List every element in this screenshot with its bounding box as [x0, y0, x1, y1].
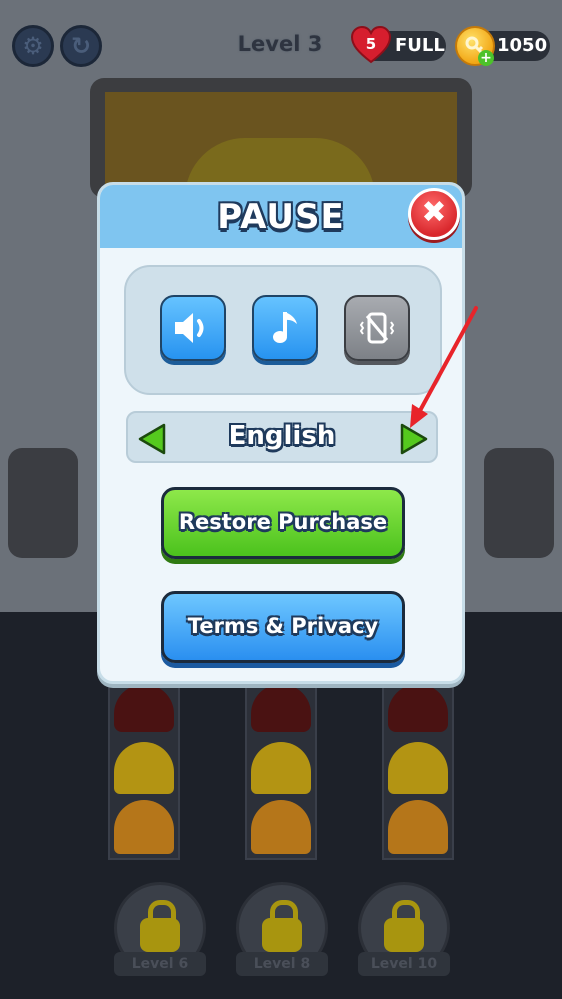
- tube-2: [245, 680, 317, 860]
- restart-button[interactable]: ↻: [60, 25, 102, 67]
- restore-purchase-button[interactable]: Restore Purchase: [161, 487, 405, 559]
- locked-level-label: Level 8: [236, 952, 328, 976]
- tube-1: [108, 680, 180, 860]
- vibration-toggle-button[interactable]: [344, 295, 410, 361]
- left-cup: [8, 448, 78, 558]
- music-note-icon: [273, 312, 297, 343]
- lives-indicator[interactable]: 5: [350, 25, 392, 65]
- close-icon: ✖: [421, 195, 447, 230]
- tube-3: [382, 680, 454, 860]
- vibration-off-icon: [359, 312, 395, 344]
- gear-icon: ⚙: [22, 32, 44, 60]
- right-cup: [484, 448, 554, 558]
- locked-level-label: Level 6: [114, 952, 206, 976]
- settings-button[interactable]: ⚙: [12, 25, 54, 67]
- lock-icon: [384, 900, 424, 952]
- lock-icon: [262, 900, 302, 952]
- terms-privacy-button[interactable]: Terms & Privacy: [161, 591, 405, 663]
- speaker-icon: [175, 313, 204, 343]
- lives-status: FULL: [395, 35, 445, 56]
- music-toggle-button[interactable]: [252, 295, 318, 361]
- language-label: English: [228, 421, 336, 451]
- pause-modal: PAUSE ✖ English Restore Purchase Terms &…: [97, 182, 465, 684]
- restart-icon: ↻: [70, 32, 92, 60]
- settings-panel: [124, 265, 442, 395]
- locked-level-label: Level 10: [358, 952, 450, 976]
- lives-count: 5: [365, 34, 377, 53]
- sound-toggle-button[interactable]: [160, 295, 226, 361]
- lock-icon: [140, 900, 180, 952]
- level-title: Level 3: [237, 32, 323, 56]
- coins-count: 1050: [497, 35, 548, 56]
- close-button[interactable]: ✖: [408, 188, 460, 240]
- language-selector: English: [126, 411, 438, 463]
- arrow-left-icon[interactable]: [136, 422, 168, 456]
- add-coins-button[interactable]: +: [478, 50, 494, 66]
- arrow-right-icon[interactable]: [398, 422, 430, 456]
